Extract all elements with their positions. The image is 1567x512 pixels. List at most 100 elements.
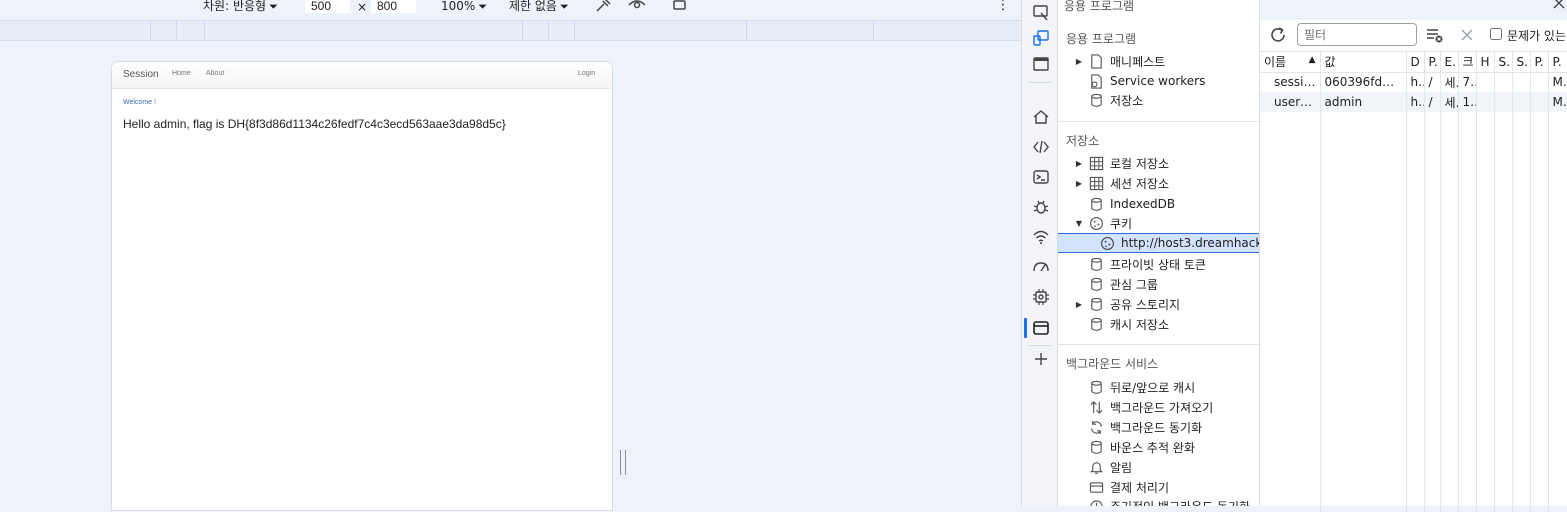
database-icon — [1088, 276, 1104, 292]
column-header-secure[interactable]: S. — [1494, 52, 1513, 73]
filter-input[interactable] — [1297, 23, 1417, 46]
add-tool-icon[interactable] — [1031, 349, 1051, 369]
window-icon[interactable] — [1031, 54, 1051, 74]
cell-path: / — [1424, 72, 1441, 92]
rotate-icon[interactable] — [671, 0, 689, 10]
column-header-expires[interactable]: E. — [1440, 52, 1459, 73]
welcome-text: Welcome ! — [123, 99, 156, 106]
cell-priority: M. — [1548, 72, 1567, 92]
column-header-size[interactable]: 크 — [1458, 52, 1477, 73]
tree-item-storage[interactable]: 저장소 — [1058, 90, 1259, 110]
bell-icon — [1088, 459, 1104, 475]
grid-icon — [1088, 175, 1104, 191]
file-icon — [1088, 53, 1104, 69]
nav-login-link[interactable]: Login — [578, 70, 595, 77]
tree-item-shared-storage[interactable]: ▶ 공유 스토리지 — [1058, 294, 1259, 314]
eyedropper-icon[interactable] — [594, 0, 612, 12]
section-title-application: 응용 프로그램 — [1066, 32, 1137, 46]
cookies-pane: 문제가 있는 이름▲ 값 D P. E. 크 H S. S. P. P. ses… — [1260, 20, 1567, 512]
width-input[interactable] — [305, 0, 350, 13]
tree-item-session-storage[interactable]: ▶ 세션 저장소 — [1058, 173, 1259, 193]
cell-name: sessio... — [1260, 72, 1321, 92]
column-header-partition-key[interactable]: P. — [1530, 52, 1549, 73]
tree-item-notifications[interactable]: 알림 — [1058, 457, 1259, 477]
grid-icon — [1088, 155, 1104, 171]
height-input[interactable] — [371, 0, 416, 13]
nav-about-link[interactable]: About — [206, 70, 224, 77]
tree-item-local-storage[interactable]: ▶ 로컬 저장소 — [1058, 153, 1259, 173]
database-icon — [1088, 439, 1104, 455]
throttle-dropdown[interactable]: 제한 없음 — [509, 0, 569, 14]
clear-filtered-icon[interactable] — [1425, 26, 1443, 44]
only-issues-label: 문제가 있는 — [1507, 29, 1567, 43]
tree-item-indexeddb[interactable]: IndexedDB — [1058, 194, 1259, 214]
dimensions-dropdown[interactable]: 차원: 반응형 — [203, 0, 278, 14]
device-emulation-area: 차원: 반응형 × 100% 제한 없음 ⋮ Session Home Abou… — [0, 0, 1021, 511]
column-header-httponly[interactable]: H — [1476, 52, 1495, 73]
tree-item-cookies[interactable]: ▼ 쿠키 — [1058, 213, 1259, 233]
emulated-page: Session Home About Login Welcome ! Hello… — [111, 61, 613, 511]
elements-icon[interactable] — [1031, 137, 1051, 157]
database-icon — [1088, 256, 1104, 272]
column-header-name[interactable]: 이름 ▲ — [1260, 52, 1321, 73]
cookies-toolbar: 문제가 있는 — [1260, 20, 1567, 52]
panel-title: 응용 프로그램 — [1064, 0, 1135, 13]
tree-item-service-workers[interactable]: Service workers — [1058, 71, 1259, 91]
tree-item-manifest[interactable]: ▶ 매니페스트 — [1058, 51, 1259, 71]
cookies-table: 이름 ▲ 값 D P. E. 크 H S. S. P. P. sessio... … — [1260, 52, 1567, 112]
tree-item-bfcache[interactable]: 뒤로/앞으로 캐시 — [1058, 377, 1259, 397]
tree-item-interest-groups[interactable]: 관심 그룹 — [1058, 274, 1259, 294]
nav-home-link[interactable]: Home — [172, 70, 191, 77]
cell-name: usern... — [1260, 92, 1321, 112]
column-header-path[interactable]: P. — [1424, 52, 1441, 73]
devtools-icon-strip — [1021, 0, 1058, 506]
bug-icon[interactable] — [1031, 197, 1051, 217]
table-row[interactable]: usern... admin h.. / 세 1.. M. — [1260, 92, 1567, 112]
application-sidebar: 응용 프로그램 응용 프로그램 ▶ 매니페스트 Service workers … — [1058, 0, 1260, 506]
home-icon[interactable] — [1031, 107, 1051, 127]
sort-asc-icon: ▲ — [1308, 55, 1316, 66]
delete-selected-icon[interactable] — [1458, 26, 1476, 44]
tree-item-payment-handler[interactable]: 결제 처리기 — [1058, 477, 1259, 497]
tree-item-background-sync[interactable]: 백그라운드 동기화 — [1058, 417, 1259, 437]
device-toolbar: 차원: 반응형 × 100% 제한 없음 ⋮ — [0, 0, 1021, 20]
memory-icon[interactable] — [1031, 287, 1051, 307]
viewport-resize-handle[interactable] — [620, 450, 626, 475]
section-title-background-services: 백그라운드 서비스 — [1066, 357, 1159, 371]
column-header-priority[interactable]: P. — [1548, 52, 1567, 73]
tree-item-background-fetch[interactable]: 백그라운드 가져오기 — [1058, 397, 1259, 417]
database-icon — [1088, 379, 1104, 395]
times-symbol: × — [357, 0, 368, 14]
column-header-value[interactable]: 값 — [1320, 52, 1407, 73]
cell-httponly — [1476, 92, 1495, 112]
tree-item-bounce-tracking[interactable]: 바운스 추적 완화 — [1058, 437, 1259, 457]
inspect-element-icon[interactable] — [1031, 3, 1051, 23]
cookie-icon — [1100, 235, 1115, 251]
cell-path: / — [1424, 92, 1441, 112]
refresh-icon[interactable] — [1269, 26, 1287, 44]
site-brand[interactable]: Session — [123, 69, 159, 80]
database-icon — [1088, 316, 1104, 332]
database-icon — [1088, 196, 1104, 212]
console-icon[interactable] — [1031, 167, 1051, 187]
table-row[interactable]: sessio... 060396fd9e... h.. / 세 7.. M. — [1260, 72, 1567, 92]
vision-deficiency-icon[interactable] — [628, 0, 646, 10]
application-icon[interactable] — [1031, 318, 1051, 338]
network-icon[interactable] — [1031, 227, 1051, 247]
zoom-dropdown[interactable]: 100% — [441, 0, 487, 14]
more-options-icon[interactable]: ⋮ — [996, 0, 1010, 13]
tree-item-private-state-tokens[interactable]: 프라이빗 상태 토큰 — [1058, 254, 1259, 274]
column-header-samesite[interactable]: S. — [1512, 52, 1531, 73]
performance-icon[interactable] — [1031, 257, 1051, 277]
cell-samesite — [1512, 72, 1531, 92]
close-panel-icon[interactable] — [1551, 0, 1567, 11]
device-toggle-icon[interactable] — [1031, 28, 1051, 48]
tree-item-cache-storage[interactable]: 캐시 저장소 — [1058, 314, 1259, 334]
up-down-arrows-icon — [1088, 399, 1104, 415]
only-issues-checkbox[interactable] — [1490, 28, 1502, 40]
cell-domain: h.. — [1406, 92, 1425, 112]
media-query-ruler — [0, 20, 1021, 41]
column-header-domain[interactable]: D — [1406, 52, 1425, 73]
tree-item-periodic-sync[interactable]: 주기적인 백그라운드 동기화 — [1058, 496, 1259, 506]
tree-item-cookie-host[interactable]: http://host3.dreamhack.g — [1058, 233, 1259, 253]
